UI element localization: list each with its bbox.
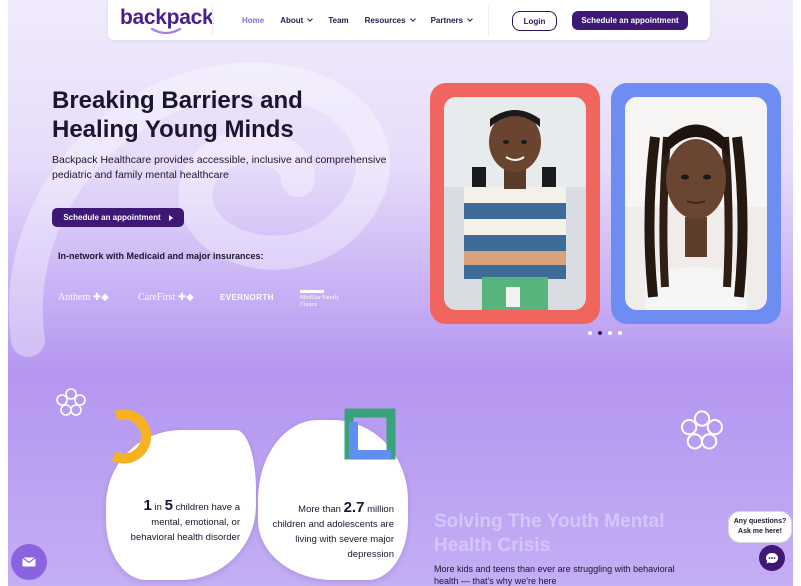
carousel-dot-active[interactable] xyxy=(598,331,602,335)
boy-illustration xyxy=(444,97,586,310)
cross-shield-icon: ✚◆ xyxy=(177,292,194,303)
schedule-appointment-nav-button[interactable]: Schedule an appointment xyxy=(572,11,688,30)
evernorth-logo: EVERNORTH xyxy=(220,293,274,302)
solving-crisis-description: More kids and teens than ever are strugg… xyxy=(434,564,675,586)
nav-link-partners[interactable]: Partners xyxy=(431,15,473,25)
nav-link-team[interactable]: Team xyxy=(328,16,348,25)
cross-shield-icon: ✚◆ xyxy=(92,292,109,303)
carousel-dots xyxy=(588,331,622,335)
yellow-arc-decoration xyxy=(111,409,152,464)
chat-open-button[interactable] xyxy=(759,545,785,571)
nav-divider xyxy=(488,6,489,36)
play-arrow-icon xyxy=(168,214,173,221)
solving-crisis-heading: Solving The Youth Mental Health Crisis xyxy=(434,511,665,556)
photo-card-boy xyxy=(430,83,600,324)
login-button[interactable]: Login xyxy=(512,11,557,31)
boy-photo xyxy=(444,97,586,310)
contact-mail-button[interactable] xyxy=(11,544,47,580)
flower-outline-icon xyxy=(56,388,86,416)
carousel-dot[interactable] xyxy=(608,331,612,335)
carousel-dot[interactable] xyxy=(618,331,622,335)
nav-link-home[interactable]: Home xyxy=(242,16,264,25)
hero-description: Backpack Healthcare provides accessible,… xyxy=(52,154,387,181)
stat-text: More than 2.7 million children and adole… xyxy=(272,499,394,560)
chevron-down-icon xyxy=(467,15,473,22)
nav-divider xyxy=(212,6,213,36)
chat-icon xyxy=(766,553,778,564)
chevron-down-icon xyxy=(409,15,416,22)
photo-card-girl xyxy=(611,83,781,324)
nav-link-resources[interactable]: Resources xyxy=(365,15,416,25)
top-navigation-bar: backpack Home About Team Resources Partn… xyxy=(108,0,710,40)
page: backpack Home About Team Resources Partn… xyxy=(8,0,793,586)
carefirst-logo: CareFirst ✚◆ xyxy=(138,292,194,303)
flower-outline-icon xyxy=(681,410,723,450)
hero-title: Breaking Barriers and Healing Young Mind… xyxy=(52,87,303,143)
nav-links: Home About Team Resources Partners xyxy=(242,0,488,40)
logo-smile-icon xyxy=(150,27,182,35)
green-square-decoration xyxy=(344,408,396,460)
girl-photo xyxy=(625,97,767,310)
schedule-appointment-hero-button[interactable]: Schedule an appointment xyxy=(52,208,184,227)
medstar-logo: MedStar Family Choice xyxy=(300,290,350,309)
stat-text: 1 in 5 children have a mental, emotional… xyxy=(130,497,240,543)
mail-icon xyxy=(22,557,36,567)
carousel-dot[interactable] xyxy=(588,331,592,335)
chat-prompt-bubble[interactable]: Any questions? Ask me here! xyxy=(728,511,792,543)
backpack-logo[interactable]: backpack xyxy=(120,4,214,36)
anthem-logo: Anthem ✚◆ xyxy=(58,292,109,303)
medstar-bar-mark xyxy=(300,290,324,293)
insurance-label: In-network with Medicaid and major insur… xyxy=(58,251,264,261)
girl-illustration xyxy=(625,97,767,310)
nav-link-about[interactable]: About xyxy=(280,15,314,25)
chevron-down-icon xyxy=(307,15,314,22)
